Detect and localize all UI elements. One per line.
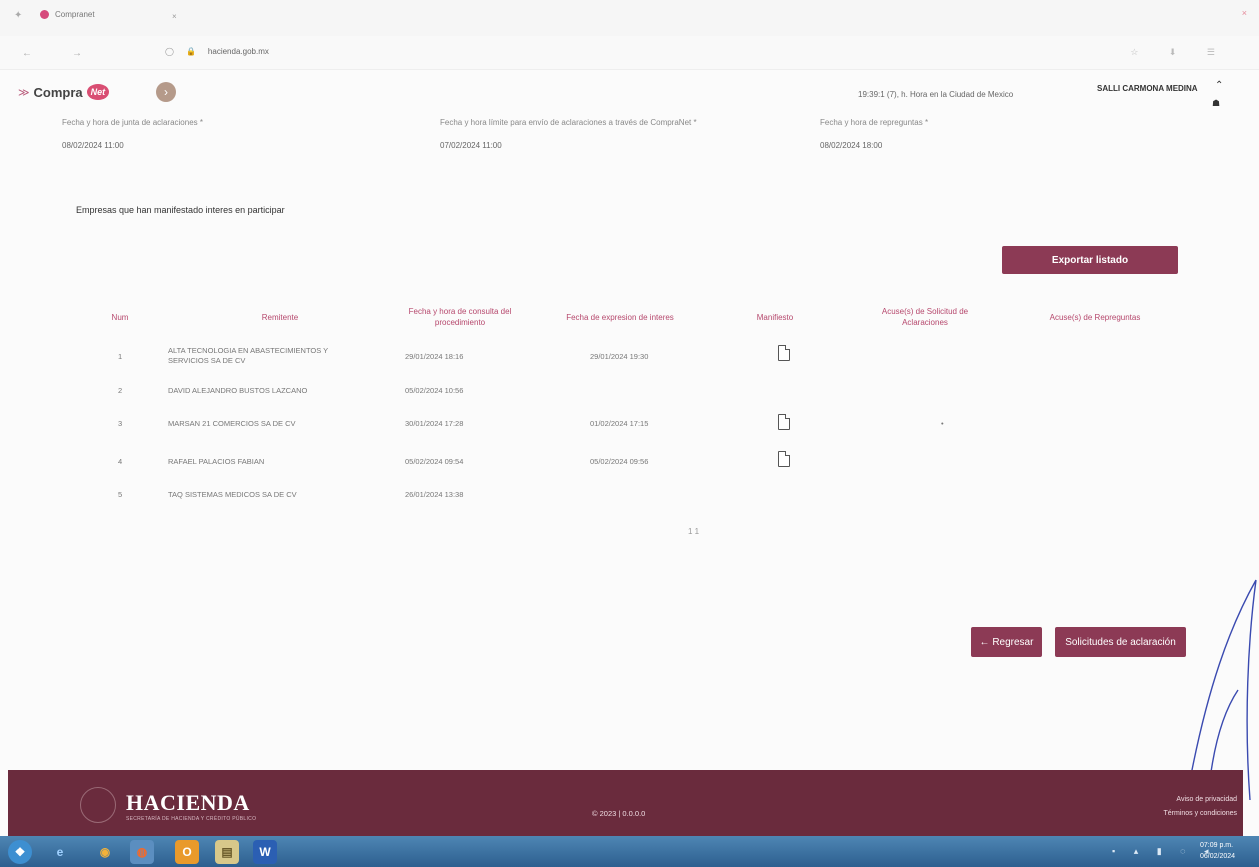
row-3-consulta: 30/01/2024 17:28	[405, 419, 464, 428]
col-header-interes: Fecha de expresion de interes	[566, 313, 674, 322]
row-2-consulta: 05/02/2024 10:56	[405, 386, 464, 395]
row-5-remitente: TAQ SISTEMAS MEDICOS SA DE CV	[168, 490, 297, 499]
row-1-remitente: ALTA TECNOLOGIA EN ABASTECIMIENTOS Y SER…	[168, 346, 329, 365]
row-2-num: 2	[118, 386, 123, 395]
current-datetime: 19:39:1 (7), h. Hora en la Ciudad de Mex…	[858, 90, 1014, 99]
manifiesto-document-icon[interactable]	[778, 451, 790, 467]
clarification-requests-button[interactable]: Solicitudes de aclaración	[1055, 627, 1186, 657]
file-explorer-icon[interactable]: ▤	[215, 840, 239, 864]
field-value: 08/02/2024 18:00	[820, 141, 883, 150]
col-header-acuse-aclaraciones: Acuse(s) de Solicitud de Aclaraciones	[881, 307, 969, 327]
lock-icon: 🔒	[185, 47, 196, 56]
col-header-acuse-repreguntas: Acuse(s) de Repreguntas	[1049, 313, 1141, 322]
export-list-button[interactable]: Exportar listado	[1002, 246, 1178, 274]
start-menu-icon[interactable]: ❖	[8, 840, 32, 864]
browser-extension-icons[interactable]: ☆ ⬇ ☰	[1130, 47, 1229, 58]
site-footer: HACIENDA SECRETARÍA DE HACIENDA Y CRÉDIT…	[8, 770, 1243, 836]
url-text: hacienda.gob.mx	[207, 47, 269, 56]
row-5-consulta: 26/01/2024 13:38	[405, 490, 464, 499]
browser-tab[interactable]: Compranet	[40, 10, 95, 19]
companies-section-title: Empresas que han manifestado interes en …	[76, 205, 285, 215]
row-1-num: 1	[118, 352, 123, 361]
col-header-remitente: Remitente	[261, 313, 299, 322]
col-header-consulta: Fecha y hora de consulta del procedimien…	[408, 307, 512, 327]
terms-link[interactable]: Términos y condiciones	[1163, 810, 1237, 817]
row-4-remitente: RAFAEL PALACIOS FABIAN	[168, 457, 265, 466]
row-1-interes: 29/01/2024 19:30	[590, 352, 649, 361]
row-4-consulta: 05/02/2024 09:54	[405, 457, 464, 466]
clock-time: 07:09 p.m.	[1200, 842, 1234, 849]
field-value: 07/02/2024 11:00	[440, 141, 502, 150]
field-label: Fecha y hora de junta de aclaraciones *	[62, 118, 203, 127]
nav-arrow-button[interactable]: ›	[156, 82, 176, 102]
back-button[interactable]: ← Regresar	[971, 627, 1042, 657]
outlook-app-icon[interactable]: O	[175, 840, 199, 864]
hacienda-subtitle: SECRETARÍA DE HACIENDA Y CRÉDITO PÚBLICO	[126, 816, 257, 822]
tab-favicon-icon	[40, 10, 49, 19]
back-arrow-icon[interactable]: ←	[22, 48, 32, 59]
window-close-icon[interactable]: ×	[1242, 8, 1247, 18]
row-1-consulta: 29/01/2024 18:16	[405, 352, 464, 361]
compranet-logo[interactable]: ≫ Compra Net	[18, 84, 110, 100]
government-seal-icon	[80, 787, 116, 823]
system-clock[interactable]: 07:09 p.m. 06/02/2024	[1200, 840, 1235, 862]
chrome-browser-icon[interactable]: ◉	[93, 840, 117, 864]
field-repreguntas: Fecha y hora de repreguntas * 08/02/2024…	[820, 118, 928, 150]
manifiesto-document-icon[interactable]	[778, 345, 790, 361]
browser-tab-bar: ✦ Compranet × ×	[0, 0, 1259, 36]
logo-text: Compra	[33, 84, 83, 100]
row-4-num: 4	[118, 457, 123, 466]
col-header-manifiesto: Manifiesto	[756, 313, 794, 322]
field-junta-aclaraciones: Fecha y hora de junta de aclaraciones * …	[62, 118, 203, 150]
user-name[interactable]: SALLI CARMONA MEDINA	[1097, 84, 1198, 93]
privacy-link[interactable]: Aviso de privacidad	[1176, 796, 1237, 803]
row-5-num: 5	[118, 490, 123, 499]
row-2-remitente: DAVID ALEJANDRO BUSTOS LAZCANO	[168, 386, 308, 395]
field-label: Fecha y hora de repreguntas *	[820, 118, 929, 127]
shield-icon: ◯	[165, 47, 174, 56]
firefox-browser-icon[interactable]: ◍	[130, 840, 154, 864]
browser-address-bar: ← → ◯ 🔒 hacienda.gob.mx ☆ ⬇ ☰	[0, 36, 1259, 70]
row-3-acuse-aclaraciones[interactable]: •	[941, 419, 944, 429]
tab-title: Compranet	[55, 10, 95, 19]
row-4-interes: 05/02/2024 09:56	[590, 457, 649, 466]
user-menu-icon[interactable]: ☗	[1212, 98, 1220, 109]
copyright-text: © 2023 | 0.0.0.0	[592, 809, 646, 818]
ie-browser-icon[interactable]: e	[48, 840, 72, 864]
browser-menu-icon[interactable]: ✦	[14, 10, 22, 21]
table-pagination[interactable]: 1 1	[688, 527, 699, 536]
chevron-up-icon[interactable]: ⌃	[1215, 80, 1223, 91]
clock-date: 06/02/2024	[1200, 853, 1236, 860]
app-header: ≫ Compra Net › 19:39:1 (7), h. Hora en l…	[0, 72, 1259, 122]
col-header-num: Num	[111, 313, 129, 322]
forward-arrow-icon[interactable]: →	[72, 48, 82, 59]
row-3-interes: 01/02/2024 17:15	[590, 419, 649, 428]
hacienda-brand: HACIENDA	[126, 790, 250, 815]
field-limite-aclaraciones: Fecha y hora límite para envío de aclara…	[440, 118, 697, 150]
os-taskbar: ❖ e ◉ ◍ O ▤ W ▪ ▴ ▮ ◌ ◂ 07:09 p.m. 06/02…	[0, 836, 1259, 867]
field-value: 08/02/2024 11:00	[62, 141, 124, 150]
logo-mark-icon: ≫	[18, 86, 30, 99]
logo-net-badge: Net	[86, 84, 110, 100]
tab-close-icon[interactable]: ×	[172, 12, 177, 21]
manifiesto-document-icon[interactable]	[778, 414, 790, 430]
url-field[interactable]: ◯ 🔒 hacienda.gob.mx	[165, 47, 269, 56]
row-3-num: 3	[118, 419, 123, 428]
field-label: Fecha y hora límite para envío de aclara…	[440, 118, 697, 127]
word-app-icon[interactable]: W	[253, 840, 277, 864]
row-3-remitente: MARSAN 21 COMERCIOS SA DE CV	[168, 419, 296, 428]
